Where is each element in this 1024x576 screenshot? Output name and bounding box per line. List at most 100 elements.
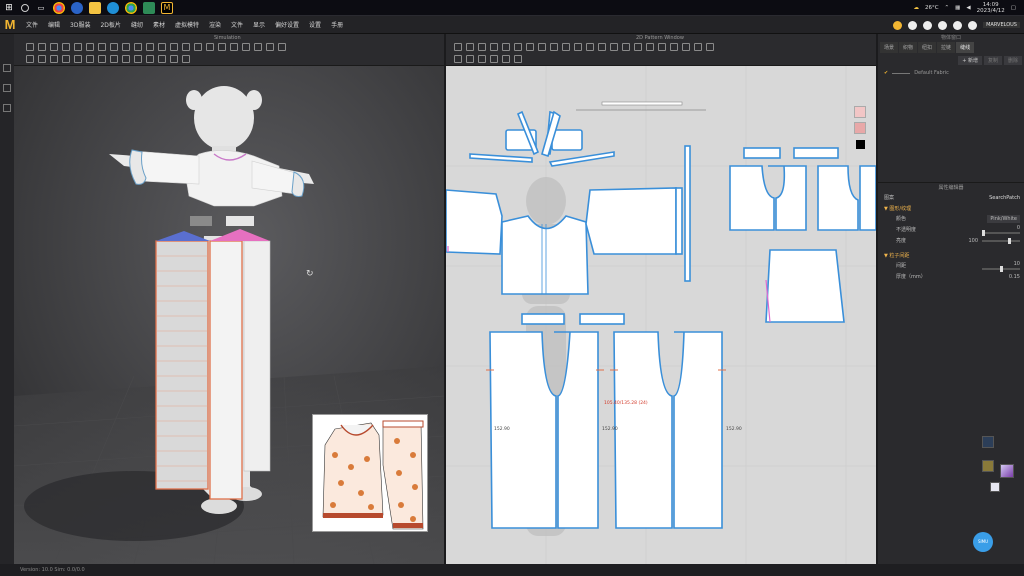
2d-view-pattern-icon[interactable]: [454, 55, 462, 63]
2d-annotation-icon[interactable]: [706, 43, 714, 51]
app-blue-icon[interactable]: [71, 1, 83, 14]
3d-render-icon[interactable]: [266, 43, 274, 51]
edge-icon[interactable]: [107, 1, 119, 14]
profile-name[interactable]: MARVELOUS: [983, 22, 1020, 28]
clock[interactable]: 14:09 2023/4/12: [977, 2, 1005, 14]
menu-item-8[interactable]: 文件: [226, 20, 248, 29]
2d-grain-icon[interactable]: [634, 43, 642, 51]
opacity-slider[interactable]: [982, 230, 1020, 236]
spacing-control[interactable]: 10: [982, 261, 1020, 272]
2d-transform-tool-icon[interactable]: [454, 43, 462, 51]
2d-trace-tool-icon[interactable]: [562, 43, 570, 51]
3d-viewport[interactable]: Simulation ↻: [14, 34, 444, 564]
menu-item-0[interactable]: 文件: [21, 20, 43, 29]
2d-edit-point-icon[interactable]: [466, 43, 474, 51]
menu-item-10[interactable]: 偏好设置: [270, 20, 304, 29]
2d-free-sewing-icon[interactable]: [598, 43, 606, 51]
menu-item-11[interactable]: 设置: [304, 20, 326, 29]
pattern-canvas[interactable]: 152.90 152.90 152.90 105.40/135.28 (24): [446, 66, 876, 564]
tab-scene[interactable]: 场景: [880, 42, 899, 53]
chrome-icon[interactable]: [53, 1, 65, 14]
3d-camera-tool-icon[interactable]: [146, 43, 154, 51]
3d-pen-tool-icon[interactable]: [50, 55, 58, 63]
marvelous-designer-icon[interactable]: M: [161, 1, 173, 14]
brightness-control[interactable]: 100: [968, 237, 1020, 244]
color-value[interactable]: Pink/White: [987, 214, 1020, 223]
2d-topstitch-icon[interactable]: [682, 43, 690, 51]
tab-zipper[interactable]: 拉链: [937, 42, 956, 53]
3d-show-grid-icon[interactable]: [254, 43, 262, 51]
3d-gizmo-tool-icon[interactable]: [146, 55, 154, 63]
3d-show-stress-icon[interactable]: [242, 43, 250, 51]
menu-item-9[interactable]: 显示: [248, 20, 270, 29]
2d-add-point-icon[interactable]: [490, 43, 498, 51]
fabric-swatch-pink-2[interactable]: [854, 122, 866, 134]
3d-settings-icon[interactable]: [278, 43, 286, 51]
2d-edit-sewing-icon[interactable]: [610, 43, 618, 51]
brightness-slider[interactable]: [982, 237, 1020, 244]
3d-view-tool-icon[interactable]: [182, 55, 190, 63]
menu-item-4[interactable]: 缝纫: [126, 20, 148, 29]
pattern-value[interactable]: SearchPatch: [989, 195, 1020, 201]
pants-panels-3d[interactable]: [155, 216, 271, 500]
2d-graphic-icon[interactable]: [658, 43, 666, 51]
white-swatch-icon[interactable]: [990, 482, 1000, 492]
3d-rotate-tool-icon[interactable]: [50, 43, 58, 51]
3d-show-sewing-icon[interactable]: [230, 43, 238, 51]
2d-button-icon[interactable]: [670, 43, 678, 51]
3d-steam-tool-icon[interactable]: [122, 43, 130, 51]
delete-button[interactable]: 删除: [1003, 56, 1022, 65]
2d-measure-icon[interactable]: [694, 43, 702, 51]
color-picker-icon[interactable]: [982, 436, 994, 448]
2d-rectangle-tool-icon[interactable]: [514, 43, 522, 51]
sheets-icon[interactable]: [143, 1, 155, 14]
fabric-swatch-pink[interactable]: [854, 106, 866, 118]
menu-item-2[interactable]: 3D服装: [65, 20, 95, 29]
menu-item-12[interactable]: 手册: [326, 20, 348, 29]
strip-tool-2-icon[interactable]: [3, 84, 11, 92]
section-particle-header[interactable]: ▼ 粒子间距: [878, 250, 1024, 260]
2d-seam-allowance-icon[interactable]: [574, 43, 582, 51]
fabric-swatch-black[interactable]: [856, 140, 865, 149]
3d-light-tool-icon[interactable]: [158, 43, 166, 51]
menu-item-5[interactable]: 素材: [148, 20, 170, 29]
3d-line-tool-icon[interactable]: [62, 55, 70, 63]
simulate-button[interactable]: SIMU: [973, 532, 993, 552]
3d-button-tool-icon[interactable]: [74, 55, 82, 63]
rotate-gizmo-icon[interactable]: ↻: [306, 269, 314, 279]
file-explorer-icon[interactable]: [89, 1, 101, 14]
3d-fold-tool-icon[interactable]: [62, 43, 70, 51]
strip-tool-3-icon[interactable]: [3, 104, 11, 112]
3d-tack-tool-icon[interactable]: [86, 43, 94, 51]
3d-avatar-tool-icon[interactable]: [134, 43, 142, 51]
points-icon[interactable]: [893, 20, 903, 30]
strip-tool-1-icon[interactable]: [3, 64, 11, 72]
3d-reset-tool-icon[interactable]: [38, 55, 46, 63]
3d-brush-tool-icon[interactable]: [110, 43, 118, 51]
3d-snapshot-tool-icon[interactable]: [182, 43, 190, 51]
menu-item-6[interactable]: 虚拟模特: [170, 20, 204, 29]
3d-measure-tool-icon[interactable]: [98, 43, 106, 51]
render-preview-icon[interactable]: [1000, 464, 1014, 478]
2d-fold-arrange-icon[interactable]: [622, 43, 630, 51]
2d-view-avatar-icon[interactable]: [514, 55, 522, 63]
2d-internal-polygon-icon[interactable]: [538, 43, 546, 51]
tab-topstitch[interactable]: 缝线: [956, 42, 975, 53]
2d-texture-edit-icon[interactable]: [646, 43, 654, 51]
3d-arrange-tool-icon[interactable]: [26, 55, 34, 63]
apps-icon[interactable]: [938, 20, 948, 30]
fabric-list-item[interactable]: ✔ Default Fabric: [878, 68, 1024, 78]
2d-circle-tool-icon[interactable]: [526, 43, 534, 51]
add-button[interactable]: + 新增: [958, 56, 982, 65]
3d-zipper-tool-icon[interactable]: [86, 55, 94, 63]
thickness-value[interactable]: 0.15: [1009, 274, 1020, 280]
tab-button[interactable]: 纽扣: [918, 42, 937, 53]
3d-move-tool-icon[interactable]: [38, 43, 46, 51]
2d-segment-sewing-icon[interactable]: [586, 43, 594, 51]
chrome-2-icon[interactable]: [125, 1, 137, 14]
cloud-icon[interactable]: [908, 20, 918, 30]
reference-image[interactable]: [312, 414, 428, 532]
user-icon[interactable]: [968, 20, 978, 30]
camera-icon[interactable]: [923, 20, 933, 30]
3d-record-tool-icon[interactable]: [194, 43, 202, 51]
